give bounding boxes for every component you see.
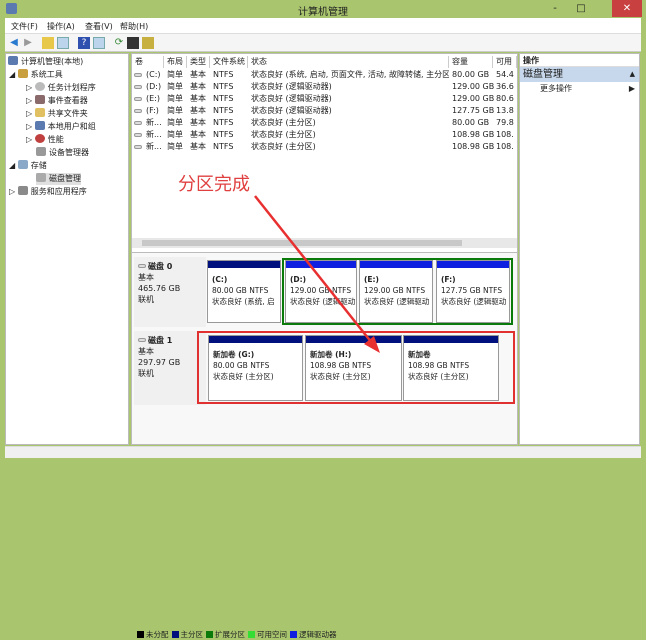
legend-swatch (171, 631, 179, 638)
legend-label: 扩展分区 (215, 630, 245, 639)
legend-label: 逻辑驱动器 (299, 630, 337, 639)
arrow-line (254, 195, 373, 344)
legend: 未分配 主分区 扩展分区 可用空间 逻辑驱动器 (134, 629, 337, 640)
legend-label: 主分区 (180, 630, 204, 639)
arrow-head (364, 336, 380, 353)
legend-label: 未分配 (146, 630, 169, 639)
legend-swatch (290, 631, 297, 638)
legend-swatch (248, 631, 255, 638)
legend-label: 可用空间 (257, 630, 287, 639)
legend-swatch (137, 631, 144, 638)
legend-swatch (206, 631, 213, 638)
annotation-arrow (254, 195, 380, 353)
